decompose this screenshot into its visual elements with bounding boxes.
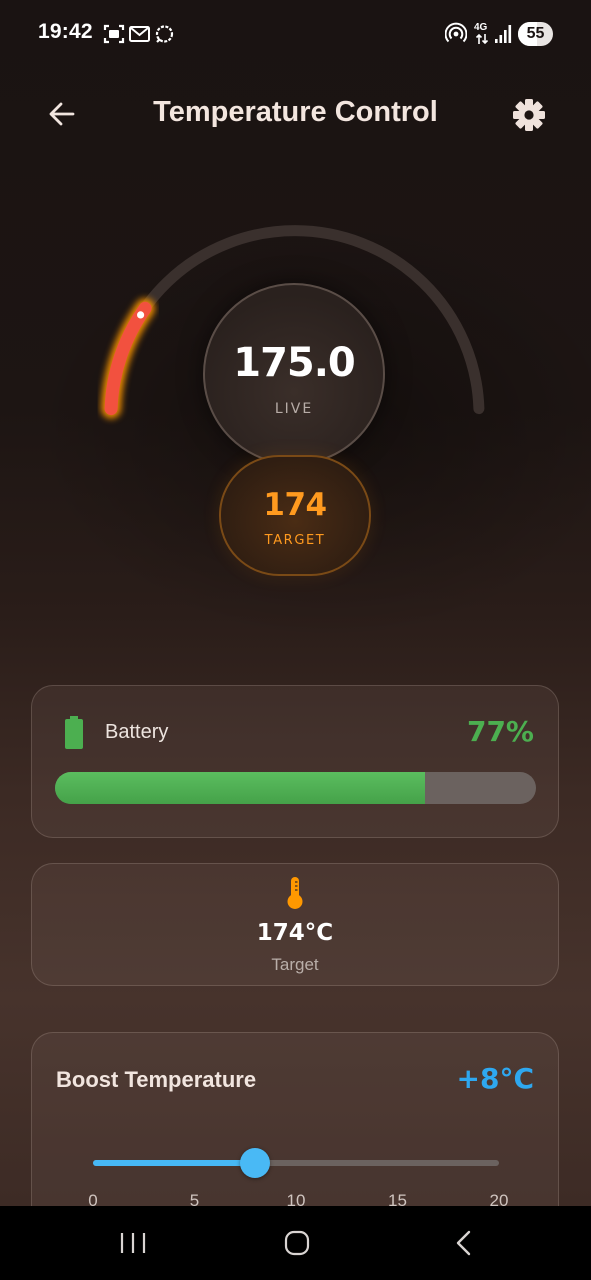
battery-label: Battery	[105, 721, 169, 743]
recent-apps-button[interactable]	[113, 1228, 153, 1258]
back-icon	[456, 1230, 471, 1256]
boost-slider-thumb[interactable]	[240, 1148, 271, 1178]
battery-level-bar	[55, 772, 536, 804]
home-icon	[284, 1230, 310, 1256]
gauge-indicator-dot	[137, 311, 145, 319]
thermometer-icon	[287, 877, 303, 909]
home-button[interactable]	[277, 1228, 317, 1258]
live-temperature-value: 175.0	[233, 340, 356, 386]
status-bar: 19:42 4G 55	[0, 0, 591, 68]
boost-value: +8°C	[456, 1062, 535, 1095]
target-label: TARGET	[264, 533, 326, 548]
cell-signal-icon	[495, 25, 512, 43]
live-temperature-display: 175.0 LIVE	[203, 283, 385, 465]
screenshot-icon	[103, 24, 125, 44]
live-label: LIVE	[274, 401, 314, 417]
target-card: 174°C Target	[31, 863, 559, 986]
page-title: Temperature Control	[153, 96, 438, 128]
hotspot-icon	[445, 22, 467, 43]
settings-button[interactable]	[506, 92, 552, 138]
target-card-value: 174°C	[256, 920, 334, 946]
network-type-label: 4G	[474, 22, 488, 33]
target-temperature-button[interactable]: 174 TARGET	[219, 455, 371, 576]
target-card-label: Target	[271, 955, 319, 974]
battery-percent: 77%	[466, 715, 534, 748]
4g-data-icon: 4G	[472, 22, 492, 46]
system-back-button[interactable]	[443, 1228, 483, 1258]
signal-messenger-icon	[155, 25, 174, 43]
status-time: 19:42	[38, 20, 93, 43]
battery-level-fill	[55, 772, 426, 804]
gear-icon	[513, 99, 545, 131]
battery-card: Battery 77%	[31, 685, 559, 838]
boost-slider-active-track	[93, 1160, 256, 1166]
boost-slider[interactable]	[93, 1148, 499, 1178]
target-temperature-value: 174	[263, 487, 327, 523]
status-battery-level: 55	[526, 25, 545, 42]
status-battery-indicator: 55	[518, 22, 553, 46]
battery-icon	[65, 716, 83, 749]
system-navigation-bar	[0, 1206, 591, 1280]
boost-title: Boost Temperature	[56, 1067, 257, 1092]
email-icon	[129, 26, 150, 42]
recent-apps-icon	[120, 1233, 146, 1253]
